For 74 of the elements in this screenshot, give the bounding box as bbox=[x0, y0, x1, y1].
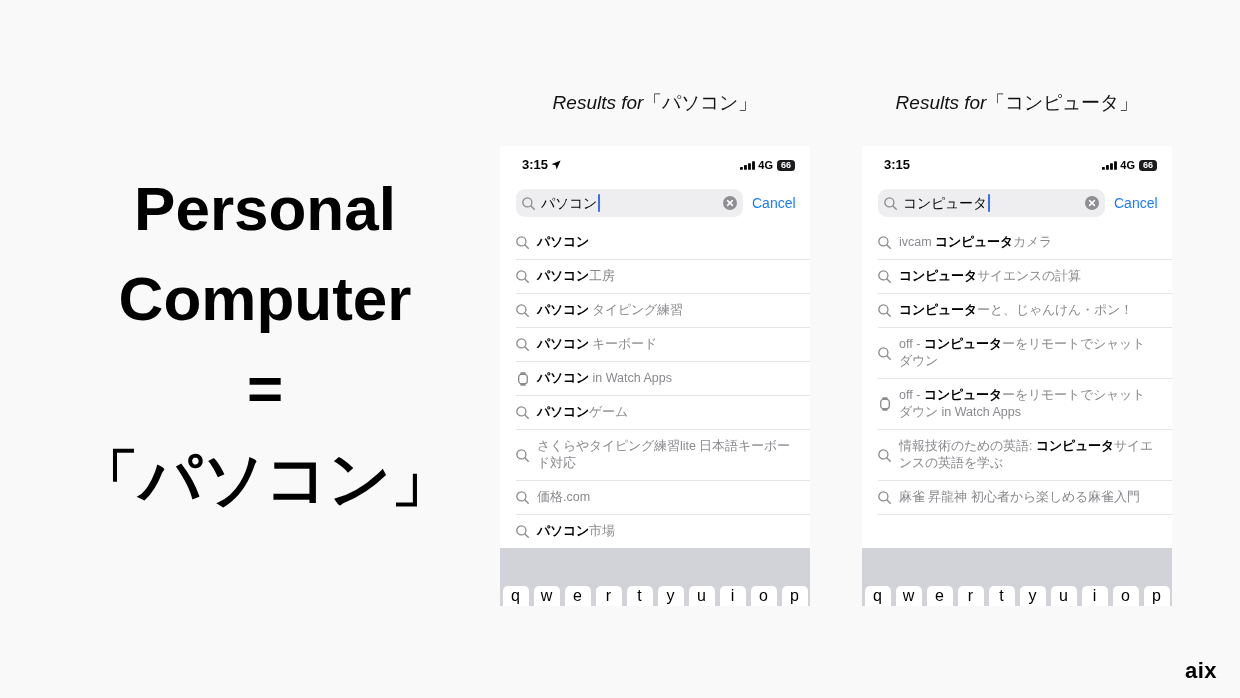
keyboard-key[interactable]: u bbox=[688, 586, 715, 606]
keyboard-key[interactable]: o bbox=[1112, 586, 1139, 606]
search-icon bbox=[878, 236, 891, 249]
keyboard-key[interactable]: y bbox=[1019, 586, 1046, 606]
keyboard-key[interactable]: q bbox=[502, 586, 529, 606]
suggestion-item[interactable]: 情報技術のための英語: コンピュータサイエンスの英語を学ぶ bbox=[878, 430, 1172, 481]
search-icon bbox=[884, 196, 897, 210]
search-icon bbox=[878, 448, 891, 462]
keyboard-key[interactable]: t bbox=[626, 586, 653, 606]
search-icon bbox=[878, 270, 891, 283]
watch-icon bbox=[879, 397, 890, 411]
battery-indicator: 66 bbox=[1139, 159, 1157, 171]
search-field[interactable]: コンピュータ bbox=[878, 189, 1105, 217]
suggestion-item[interactable]: パソコン工房 bbox=[516, 260, 810, 294]
search-icon bbox=[516, 406, 529, 419]
slide-title-line: Personal bbox=[134, 173, 396, 245]
suggestion-item[interactable]: off - コンピューターをリモートでシャットダウン in Watch Apps bbox=[878, 379, 1172, 430]
slide-title-line: = bbox=[246, 353, 284, 425]
suggestion-item[interactable]: さくらやタイピング練習lite 日本語キーボード対応 bbox=[516, 430, 810, 481]
search-field[interactable]: パソコン bbox=[516, 189, 743, 217]
keyboard-key[interactable]: r bbox=[957, 586, 984, 606]
keyboard-key[interactable]: i bbox=[719, 586, 746, 606]
search-icon bbox=[522, 196, 535, 210]
suggestion-item[interactable]: パソコンゲーム bbox=[516, 396, 810, 430]
search-icon bbox=[516, 270, 529, 283]
results-heading: Results for「コンピュータ」 bbox=[895, 91, 1139, 115]
keyboard-key[interactable]: e bbox=[926, 586, 953, 606]
network-type: 4G bbox=[1120, 158, 1135, 172]
battery-indicator: 66 bbox=[777, 159, 795, 171]
status-time: 3:15 bbox=[522, 157, 549, 173]
suggestion-item[interactable]: パソコン in Watch Apps bbox=[516, 362, 810, 396]
signal-icon bbox=[740, 160, 756, 170]
results-heading: Results for「パソコン」 bbox=[552, 91, 758, 115]
keyboard-key[interactable]: y bbox=[657, 586, 684, 606]
network-type: 4G bbox=[758, 158, 773, 172]
search-icon bbox=[516, 304, 529, 317]
search-icon bbox=[516, 236, 529, 249]
search-icon bbox=[516, 338, 529, 351]
keyboard-key[interactable]: w bbox=[895, 586, 922, 606]
search-icon bbox=[878, 304, 891, 317]
keyboard-key[interactable]: t bbox=[988, 586, 1015, 606]
keyboard-key[interactable]: i bbox=[1081, 586, 1108, 606]
search-icon bbox=[516, 448, 529, 462]
clear-icon[interactable] bbox=[723, 196, 737, 210]
keyboard-key[interactable]: r bbox=[595, 586, 622, 606]
brand-logo: aix bbox=[1184, 660, 1217, 682]
suggestion-item[interactable]: ivcam コンピュータカメラ bbox=[878, 226, 1172, 260]
keyboard-key[interactable]: o bbox=[750, 586, 777, 606]
search-icon bbox=[878, 346, 891, 360]
suggestion-item[interactable]: 価格.com bbox=[516, 481, 810, 515]
suggestion-item[interactable]: パソコン タイピング練習 bbox=[516, 294, 810, 328]
watch-icon bbox=[517, 371, 528, 386]
search-icon bbox=[516, 525, 529, 538]
suggestion-item[interactable]: コンピューターと、じゃんけん・ポン！ bbox=[878, 294, 1172, 328]
suggestion-item[interactable]: コンピュータサイエンスの計算 bbox=[878, 260, 1172, 294]
suggestion-item[interactable]: 麻雀 昇龍神 初心者から楽しめる麻雀入門 bbox=[878, 481, 1172, 515]
keyboard-key[interactable]: e bbox=[564, 586, 591, 606]
clear-icon[interactable] bbox=[1085, 196, 1099, 210]
keyboard-key[interactable]: w bbox=[533, 586, 560, 606]
suggestion-item[interactable]: off - コンピューターをリモートでシャットダウン bbox=[878, 328, 1172, 379]
keyboard-key[interactable]: u bbox=[1050, 586, 1077, 606]
keyboard-key[interactable]: p bbox=[1143, 586, 1170, 606]
keyboard-key[interactable]: q bbox=[864, 586, 891, 606]
search-icon bbox=[878, 491, 891, 504]
slide-title-line: 「パソコン」 bbox=[77, 443, 453, 515]
cancel-button[interactable]: Cancel bbox=[752, 194, 796, 212]
search-icon bbox=[516, 491, 529, 504]
suggestion-item[interactable]: パソコン キーボード bbox=[516, 328, 810, 362]
signal-icon bbox=[1102, 160, 1118, 170]
cancel-button[interactable]: Cancel bbox=[1114, 194, 1158, 212]
suggestion-item[interactable]: パソコン bbox=[516, 226, 810, 260]
status-time: 3:15 bbox=[884, 157, 911, 173]
keyboard-key[interactable]: p bbox=[781, 586, 808, 606]
slide-title-line: Computer bbox=[118, 263, 412, 335]
